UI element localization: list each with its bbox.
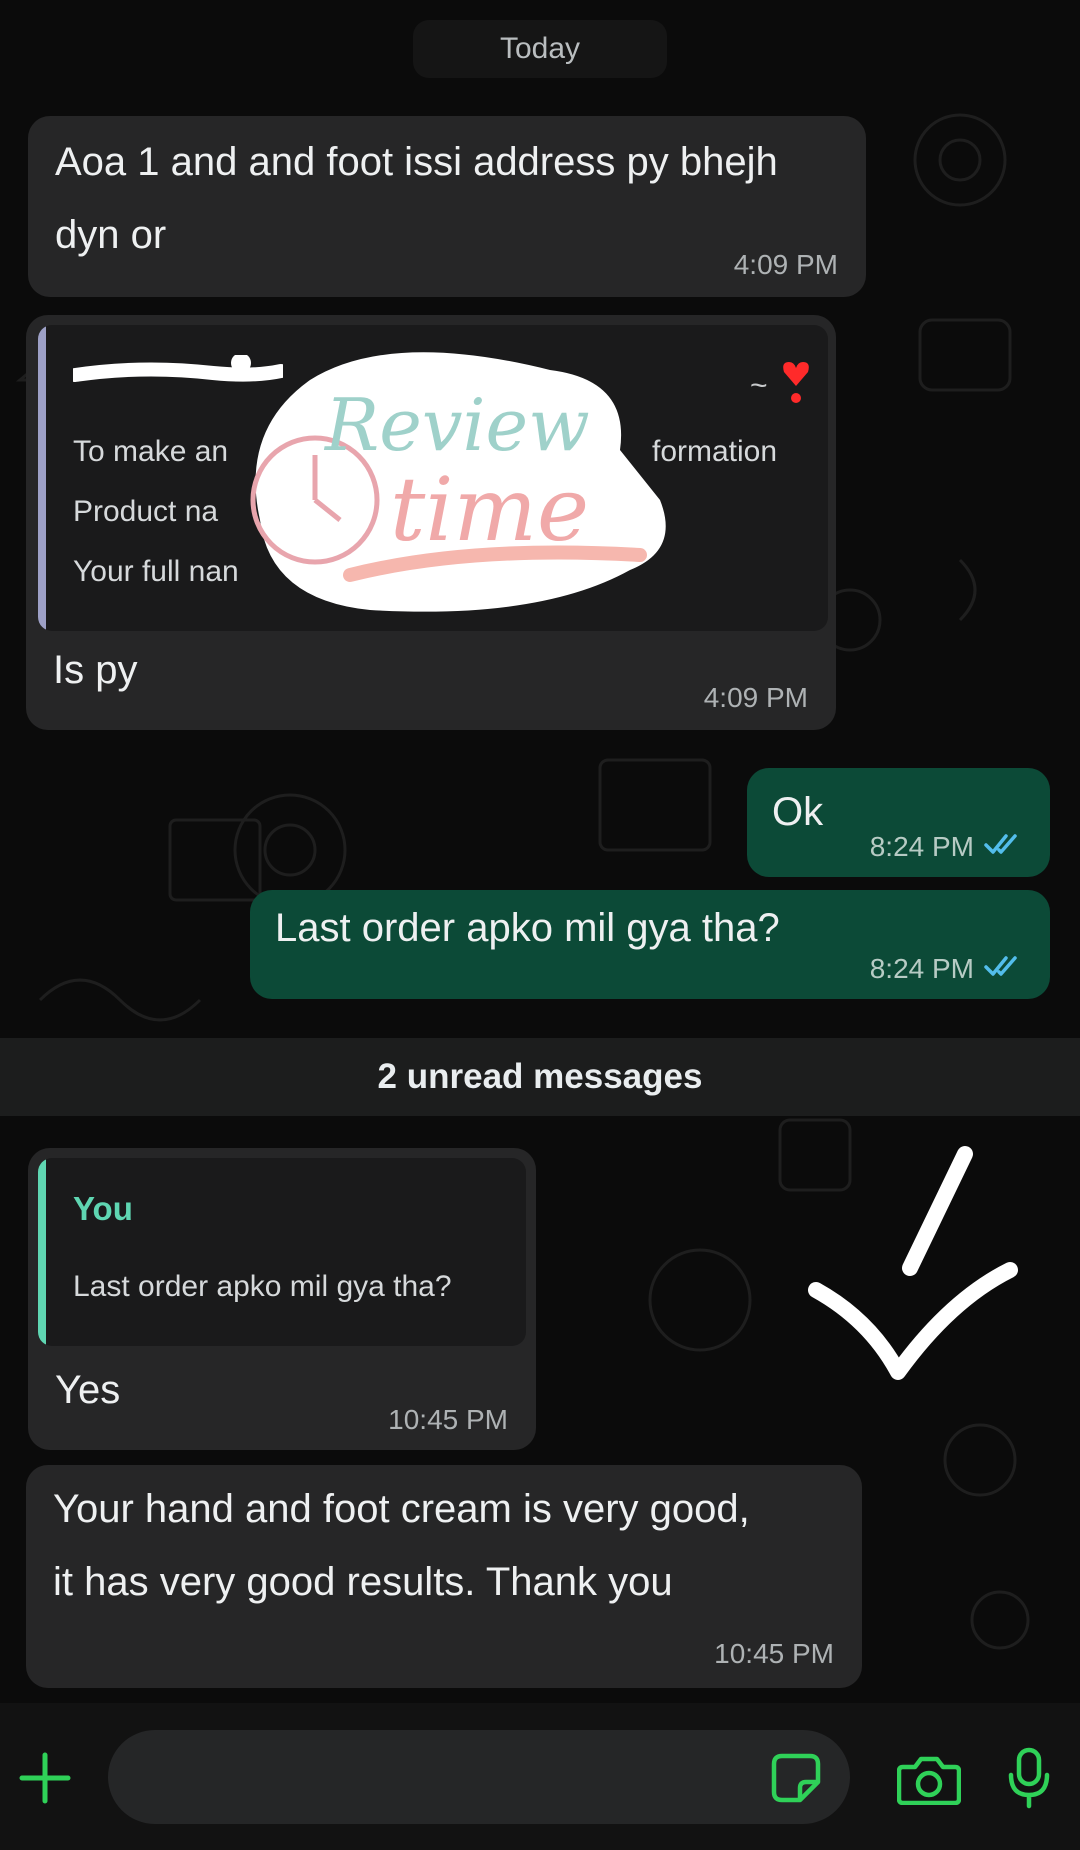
sticker-word-1: Review — [323, 383, 590, 467]
message-time: 10:45 PM — [714, 1638, 834, 1669]
quote-bar — [38, 325, 46, 631]
incoming-message[interactable]: You Last order apko mil gya tha? Yes 10:… — [28, 1148, 536, 1450]
outgoing-message[interactable]: Ok 8:24 PM — [747, 768, 1050, 877]
message-time: 4:09 PM — [733, 249, 838, 280]
message-text: it has very good results. Thank you — [53, 1560, 673, 1604]
quote-line: To make an — [73, 435, 229, 468]
quote-line: Your full nan — [73, 555, 239, 588]
incoming-message[interactable]: Your hand and foot cream is very good, i… — [26, 1465, 862, 1688]
message-text: Your hand and foot cream is very good, — [53, 1487, 750, 1531]
double-check-icon — [984, 956, 1017, 976]
message-text: Is py — [53, 648, 138, 692]
quote-text: Last order apko mil gya tha? — [73, 1270, 452, 1303]
message-time: 4:09 PM — [703, 682, 808, 713]
date-separator: Today — [413, 20, 667, 78]
double-check-icon — [984, 834, 1017, 854]
review-time-sticker: Review time — [250, 352, 666, 612]
message-text: Ok — [772, 790, 824, 834]
message-text: Aoa 1 and and foot issi address py bhejh — [55, 140, 778, 184]
quote-line: Product na — [73, 495, 219, 528]
message-time: 8:24 PM — [869, 831, 974, 862]
check-mark-drawing — [808, 1146, 1018, 1380]
message-input[interactable] — [108, 1730, 850, 1824]
outgoing-message[interactable]: Last order apko mil gya tha? 8:24 PM — [250, 890, 1050, 999]
quoted-message[interactable]: You Last order apko mil gya tha? — [38, 1158, 526, 1346]
message-time: 10:45 PM — [388, 1404, 508, 1435]
sticker-icon[interactable] — [770, 1752, 822, 1804]
heart-icon — [781, 360, 811, 409]
composer-bar — [0, 1703, 1080, 1850]
quote-bar — [38, 1158, 46, 1346]
message-text: Yes — [55, 1368, 121, 1412]
microphone-icon[interactable] — [1007, 1747, 1051, 1809]
quote-author: You — [73, 1190, 133, 1227]
camera-icon[interactable] — [897, 1755, 961, 1805]
plus-icon[interactable] — [18, 1751, 72, 1805]
message-time: 8:24 PM — [869, 953, 974, 984]
unread-messages-divider: 2 unread messages — [0, 1038, 1080, 1116]
quote-header-end: ~ — [750, 369, 768, 402]
message-text: dyn or — [55, 213, 167, 257]
message-text: Last order apko mil gya tha? — [275, 906, 780, 950]
incoming-message[interactable]: Aoa 1 and and foot issi address py bhejh… — [28, 116, 866, 297]
